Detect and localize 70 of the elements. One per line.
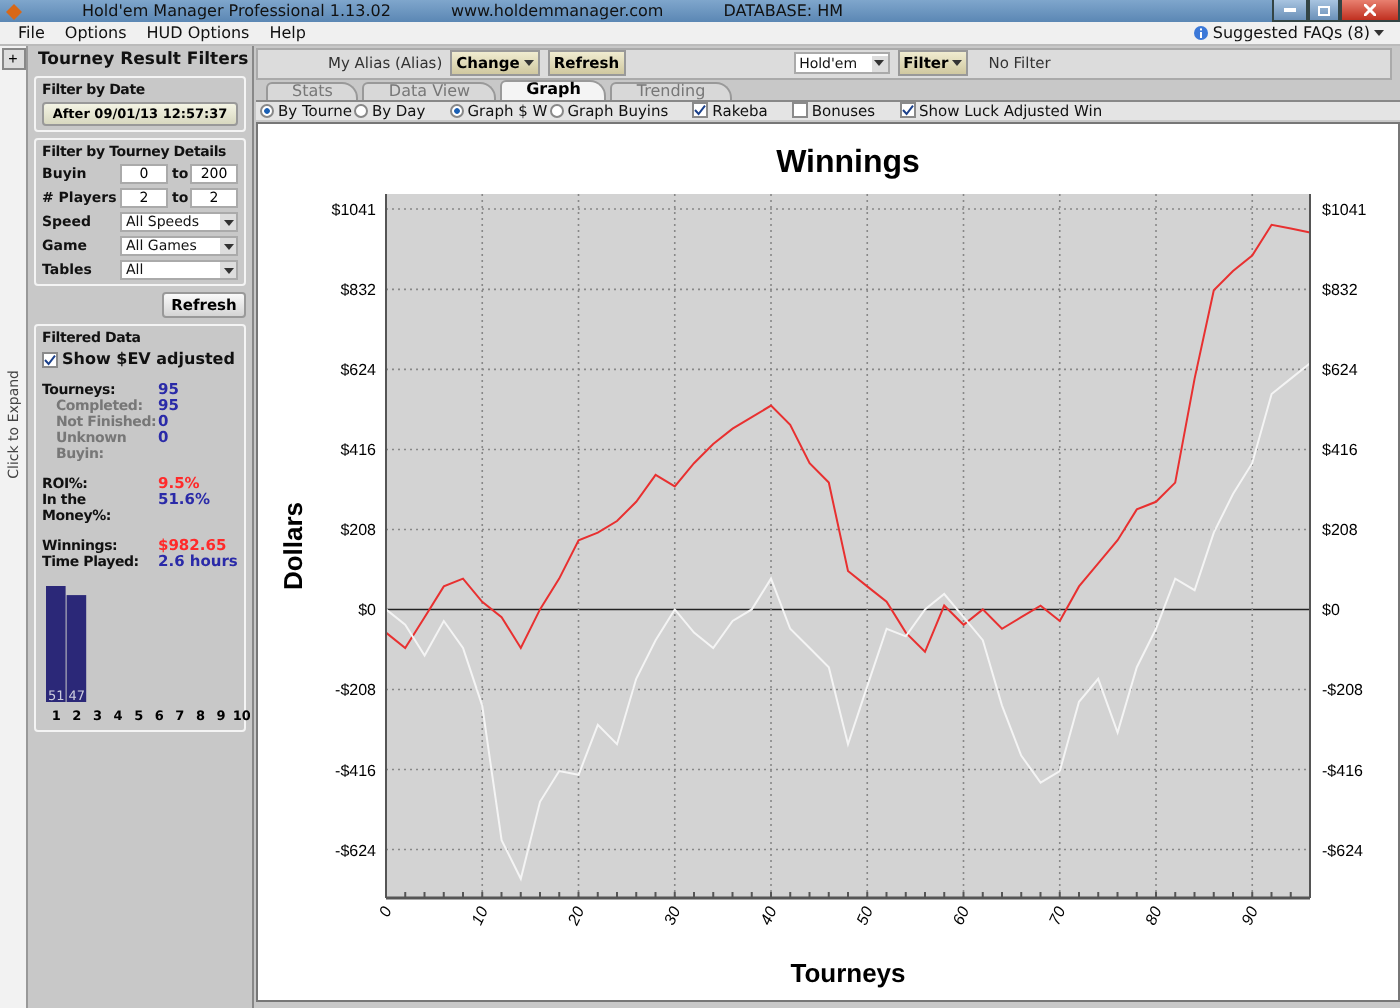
checkmark-icon — [694, 104, 707, 117]
y-tick-label: -$624 — [1322, 841, 1363, 860]
menu-item[interactable]: HUD Options — [136, 24, 260, 42]
x-tick-label: 70 — [1045, 904, 1070, 928]
caret-icon — [1374, 30, 1384, 36]
y-tick-label: $1041 — [1322, 201, 1367, 219]
menu-item[interactable]: File — [8, 24, 55, 42]
y-tick-label: $624 — [340, 361, 376, 380]
caret-icon — [223, 219, 233, 225]
y-tick-label: -$416 — [1322, 761, 1363, 780]
close-icon — [1364, 4, 1376, 16]
maximize-icon — [1318, 5, 1330, 15]
radio-button[interactable] — [449, 103, 464, 118]
checkbox[interactable] — [899, 102, 916, 119]
minimize-icon — [1284, 8, 1296, 12]
window-title: Hold'em Manager Professional 1.13.02 — [82, 2, 391, 20]
histogram-bar — [66, 595, 87, 702]
panel-title: Tourney Result Filters — [38, 50, 249, 70]
faqs-link[interactable]: Suggested FAQs (8) — [1212, 24, 1370, 42]
x-tick-label: 50 — [853, 904, 877, 928]
x-tick-label: 30 — [660, 904, 685, 928]
chart-title: Winnings — [776, 146, 920, 180]
x-tick-label: 20 — [564, 904, 589, 928]
radio-button[interactable] — [353, 103, 368, 118]
y-tick-label: $0 — [358, 601, 376, 620]
x-tick-label: 10 — [468, 904, 492, 928]
checkmark-icon — [44, 353, 56, 365]
y-tick-label: $832 — [1322, 281, 1358, 300]
menu-item[interactable]: Options — [54, 24, 137, 42]
expand-button[interactable]: + — [1, 48, 25, 70]
y-tick-label: $1041 — [331, 201, 376, 219]
checkbox[interactable] — [791, 102, 808, 119]
x-axis-title: Tourneys — [790, 958, 906, 988]
radio-button[interactable] — [260, 103, 274, 118]
minimize-button[interactable] — [1272, 0, 1308, 22]
menu-item[interactable]: Help — [259, 24, 316, 42]
x-tick-label: 80 — [1141, 904, 1166, 928]
x-tick-label: 90 — [1238, 904, 1262, 928]
y-axis-title: Dollars — [278, 501, 308, 591]
checkbox[interactable] — [692, 102, 709, 119]
y-tick-label: -$208 — [335, 681, 376, 700]
y-tick-label: $624 — [1322, 361, 1358, 380]
y-tick-label: -$208 — [1322, 681, 1363, 700]
tab[interactable]: Graph — [500, 79, 607, 100]
checkbox-label: Show $EV adjusted — [62, 350, 235, 368]
y-tick-label: $0 — [1322, 601, 1340, 620]
info-icon — [1194, 26, 1209, 40]
caret-icon — [952, 60, 963, 67]
caret-icon — [223, 243, 233, 249]
histogram-bar — [46, 586, 66, 702]
website-text: www.holdemmanager.com — [450, 2, 664, 20]
x-tick-label: 40 — [756, 904, 781, 928]
caret-icon — [223, 267, 233, 273]
caret-icon — [874, 60, 885, 67]
maximize-button[interactable] — [1308, 0, 1340, 22]
database-text: DATABASE: HM — [723, 2, 844, 20]
y-tick-label: $208 — [1322, 521, 1358, 540]
y-tick-label: -$624 — [335, 841, 376, 860]
y-tick-label: -$416 — [335, 761, 376, 780]
y-tick-label: $208 — [340, 521, 376, 540]
x-tick-label: 60 — [949, 904, 974, 928]
checkbox[interactable] — [42, 351, 58, 367]
y-tick-label: $416 — [1322, 441, 1358, 460]
caret-icon — [523, 60, 534, 67]
y-tick-label: $416 — [340, 441, 376, 460]
radio-button[interactable] — [549, 103, 564, 118]
x-tick-label: 0 — [375, 904, 396, 920]
checkmark-icon — [901, 104, 914, 117]
close-button[interactable] — [1340, 0, 1400, 22]
y-tick-label: $832 — [340, 281, 376, 300]
